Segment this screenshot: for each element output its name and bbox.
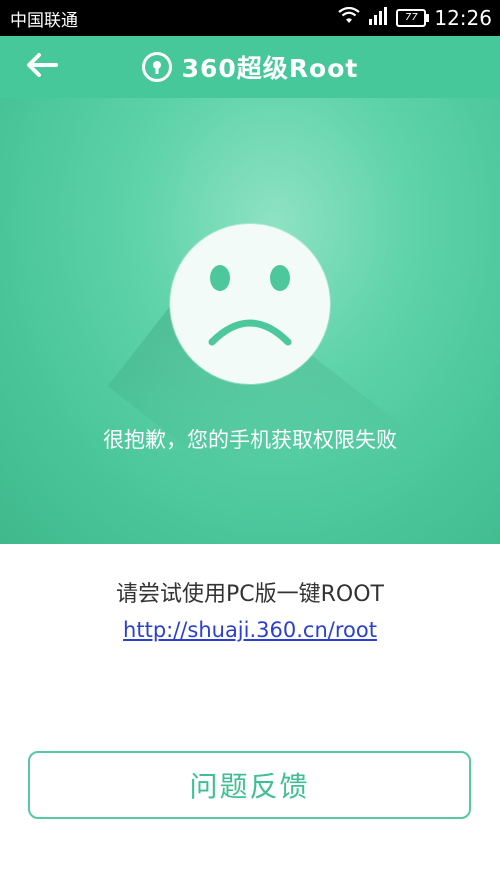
brand: 360超级Root: [141, 49, 359, 85]
carrier-label: 中国联通: [10, 10, 78, 31]
app-header: 360超级Root: [0, 36, 500, 98]
wifi-icon: [338, 6, 361, 29]
sad-face-icon: [170, 224, 330, 384]
failure-message: 很抱歉，您的手机获取权限失败: [103, 428, 397, 452]
root-link-wrapper: http://shuaji.360.cn/root: [0, 618, 500, 642]
signal-icon: [368, 7, 388, 29]
back-button[interactable]: [20, 48, 64, 86]
hero-panel: 很抱歉，您的手机获取权限失败: [0, 98, 500, 544]
feedback-button[interactable]: 问题反馈: [28, 751, 471, 819]
lock-logo-icon: [141, 52, 172, 82]
clock: 12:26: [434, 6, 492, 30]
status-bar: 中国联通 77 12:26: [0, 0, 500, 36]
back-arrow-icon: [25, 52, 59, 82]
battery-icon: 77: [396, 9, 430, 27]
app-title: 360超级Root: [181, 54, 359, 83]
root-link[interactable]: http://shuaji.360.cn/root: [123, 618, 377, 642]
status-icons: 77 12:26: [338, 6, 492, 30]
suggestion-text: 请尝试使用PC版一键ROOT: [116, 582, 384, 607]
